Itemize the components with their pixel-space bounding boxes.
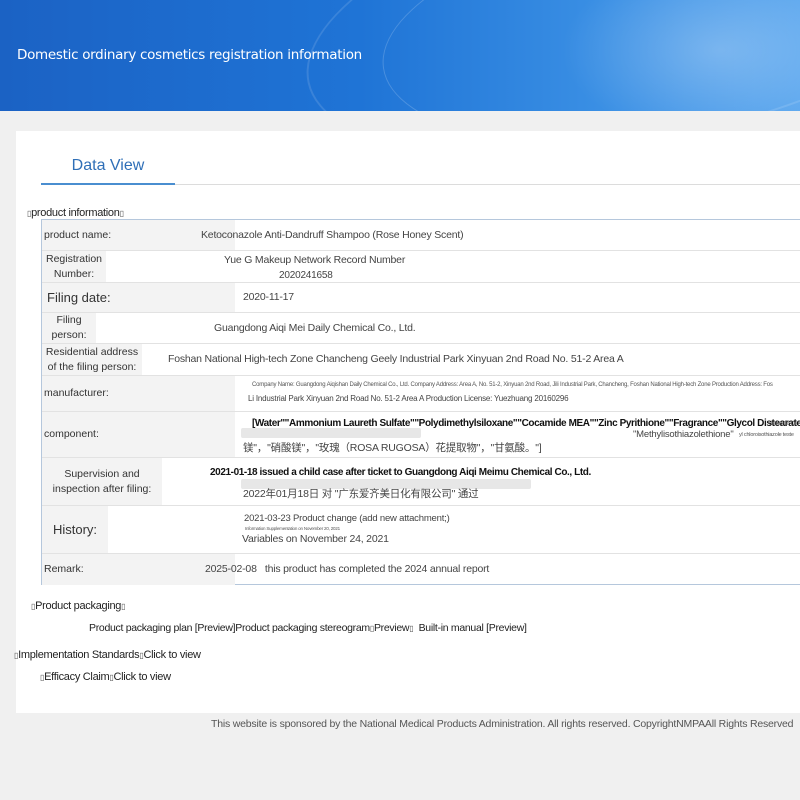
table-row: manufacturer: Company Name: Guangdong Ai… [42,376,800,412]
section-title: Product packaging [35,600,122,612]
bracket-right-icon: ▯ [119,209,124,218]
section-efficacy-claim: ▯Efficacy Claim▯Click to view [40,671,171,683]
product-name-value: Ketoconazole Anti-Dandruff Shampoo (Rose… [201,229,464,241]
section-title: product information [31,207,120,219]
tab-divider [175,184,800,185]
table-row: History: 2021-03-23 Product change (add … [42,506,800,554]
history-line1: 2021-03-23 Product change (add new attac… [244,513,450,524]
remark-value: 2025-02-08 this product has completed th… [205,563,490,575]
section-product-information: ▯product information▯ [27,207,124,219]
table-row: Residential address of the filing person… [42,344,800,376]
tab-data-view[interactable]: Data View [41,154,175,185]
header-banner: Domestic ordinary cosmetics registration… [0,0,800,111]
packaging-links: Product packaging plan [Preview]Product … [89,622,527,634]
product-info-table: product name: Ketoconazole Anti-Dandruff… [41,219,800,585]
section-title: Efficacy Claim [44,671,110,683]
efficacy-view-link[interactable]: Click to view [114,671,172,683]
row-label: History: [42,506,108,553]
row-label: Supervision and inspection after filing: [42,458,162,505]
row-label: Filing date: [42,283,235,312]
bracket-right-icon: ▯ [121,602,126,611]
table-row: Supervision and inspection after filing:… [42,458,800,506]
table-row: component: [Water""Ammonium Laureth Sulf… [42,412,800,458]
table-row: Filing date: 2020-11-17 [42,283,800,313]
table-row: Filing person: Guangdong Aiqi Mei Daily … [42,313,800,344]
component-line1: [Water""Ammonium Laureth Sulfate""Polydi… [252,418,800,429]
row-label: manufacturer: [42,376,235,411]
section-title: Implementation Standards [18,649,140,661]
row-label: Filing person: [42,313,96,343]
footer-copyright: This website is sponsored by the Nationa… [211,718,794,730]
history-line3: Variables on November 24, 2021 [242,533,389,545]
component-line2-tail-small: yl chloroisothiazole teste [739,432,794,438]
table-row: Registration Number: Yue G Makeup Networ… [42,251,800,283]
section-implementation-standards: ▯Implementation Standards▯Click to view [14,649,201,661]
filing-date-value: 2020-11-17 [243,291,294,303]
supervision-line2: 2022年01月18日 对 "广东爱齐美日化有限公司" 通过 [243,488,479,500]
implementation-view-link[interactable]: Click to view [143,649,201,661]
banner-wave [367,0,800,111]
history-line2: Information Supplementation on November … [245,526,340,531]
built-in-manual-link[interactable]: Built-in manual [Preview] [419,622,527,634]
component-line1-tail: chlorid Dd Co [769,421,797,427]
residential-address-value: Foshan National High-tech Zone Chancheng… [168,353,624,365]
registration-number-line1: Yue G Makeup Network Record Number [224,254,406,266]
packaging-plan-link[interactable]: Product packaging plan [Preview] [89,622,236,634]
row-label: component: [42,412,235,457]
row-label: Registration Number: [42,251,106,282]
page-title: Domestic ordinary cosmetics registration… [17,47,362,63]
section-product-packaging: ▯Product packaging▯ [31,600,126,612]
manufacturer-line1: Company Name: Guangdong Aiqishan Daily C… [252,382,773,388]
supervision-line1: 2021-01-18 issued a child case after tic… [210,467,591,478]
row-label: Residential address of the filing person… [42,344,142,375]
registration-number-line2: 2020241658 [279,270,333,281]
packaging-stereogram-link[interactable]: Product packaging stereogram [235,622,370,634]
component-line2-tail: "Methylisothiazolethione" [633,429,734,440]
filing-person-value: Guangdong Aiqi Mei Daily Chemical Co., L… [214,322,416,334]
table-row: product name: Ketoconazole Anti-Dandruff… [42,220,800,251]
manufacturer-line2: Li Industrial Park Xinyuan 2nd Road No. … [248,394,569,403]
bracket-right-icon: ▯ [409,624,414,633]
component-line3: 镁"，"硝酸镁"，"玫瑰（ROSA RUGOSA）花提取物"，"甘氨酸。"] [243,442,542,454]
stereogram-preview-link[interactable]: Preview [374,622,410,634]
blurred-text [241,428,421,438]
table-row: Remark: 2025-02-08 this product has comp… [42,554,800,585]
